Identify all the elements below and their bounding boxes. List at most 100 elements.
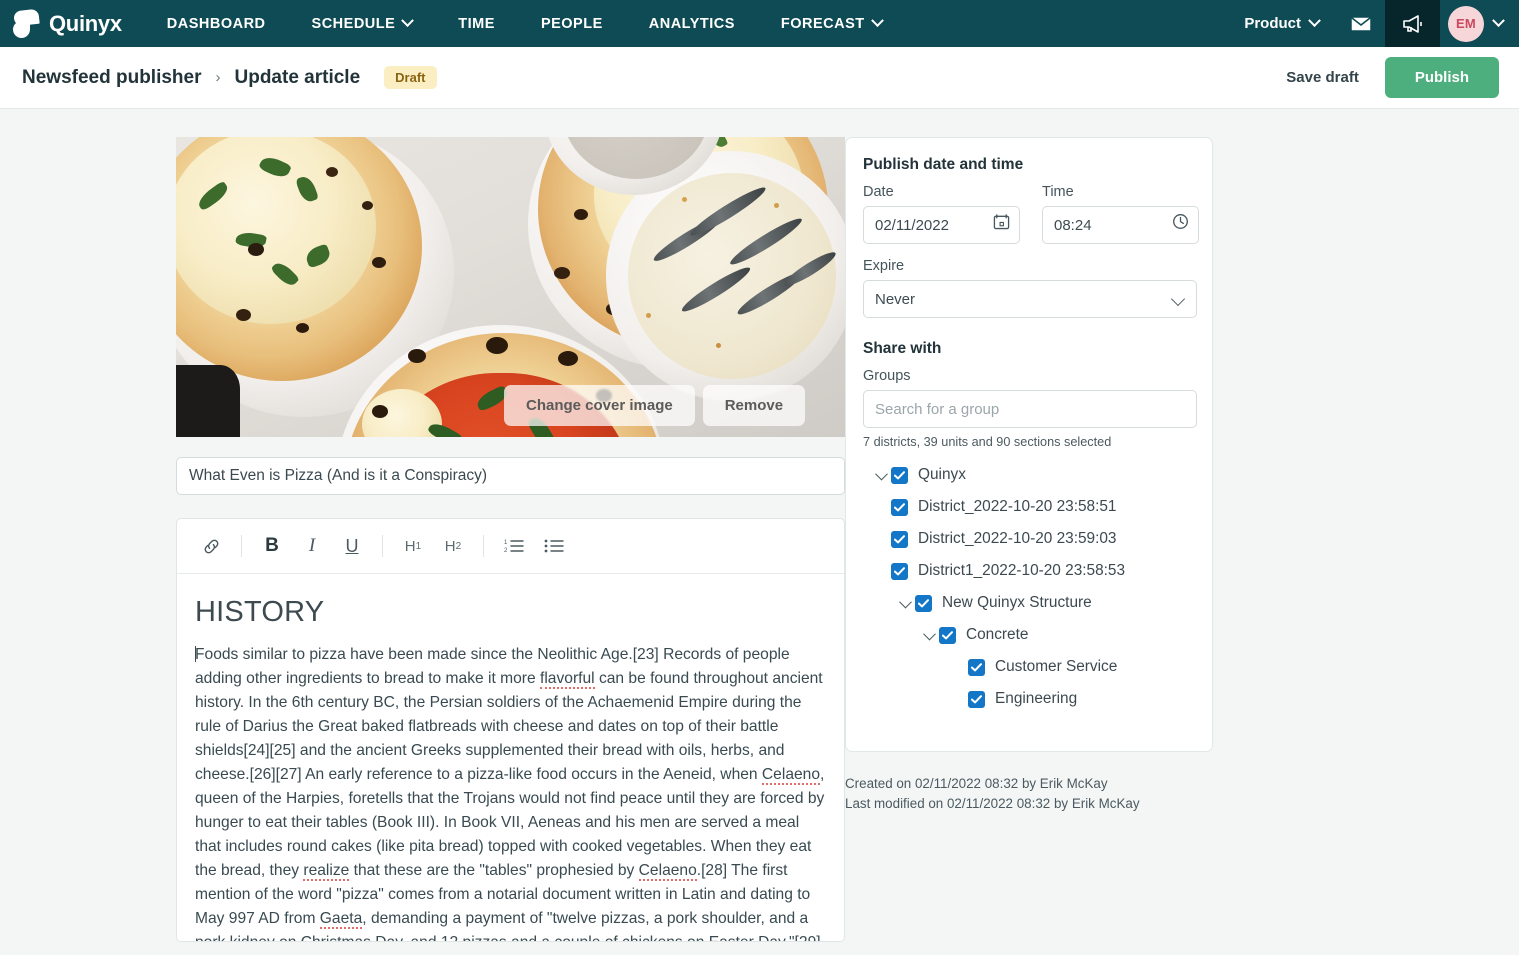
chevron-down-icon [870, 14, 884, 28]
ordered-list-button[interactable]: 1 2 [494, 526, 534, 566]
article-title-input[interactable] [176, 457, 845, 495]
article-body-paragraph[interactable]: Foods similar to pizza have been made si… [195, 643, 826, 941]
top-navigation-bar: Quinyx DASHBOARD SCHEDULE TIME PEOPLE AN… [0, 0, 1519, 47]
chevron-down-icon[interactable] [919, 627, 939, 640]
nav-item-label: ANALYTICS [648, 15, 735, 32]
date-time-row: Date Time [863, 184, 1199, 244]
page-title: Update article [234, 66, 361, 88]
date-field: Date [863, 184, 1020, 244]
chevron-down-icon [401, 14, 415, 28]
publish-settings-panel: Publish date and time Date Time [845, 137, 1213, 752]
save-draft-button[interactable]: Save draft [1280, 68, 1365, 87]
calendar-icon[interactable] [993, 213, 1010, 235]
time-label: Time [1042, 184, 1074, 200]
link-icon[interactable] [191, 526, 231, 566]
nav-right-cluster: Product EM [1226, 0, 1519, 47]
toolbar-divider [241, 535, 242, 557]
spellcheck-word: Gaeta [319, 910, 363, 929]
svg-text:2: 2 [504, 548, 508, 554]
tree-item-quinyx[interactable]: Quinyx [863, 459, 1195, 491]
spellcheck-word: Celaeno [761, 766, 821, 785]
tree-item-district-1[interactable]: District_2022-10-20 23:58:51 [863, 491, 1195, 523]
share-section-title: Share with [863, 340, 942, 357]
heading-2-button[interactable]: H2 [433, 526, 473, 566]
heading-1-button[interactable]: H1 [393, 526, 433, 566]
nav-item-time[interactable]: TIME [435, 0, 518, 47]
quinyx-logo[interactable]: Quinyx [0, 8, 144, 39]
user-menu[interactable]: EM [1440, 5, 1519, 42]
article-editor-column: Change cover image Remove B [0, 137, 845, 955]
toolbar-divider [483, 535, 484, 557]
created-text: Created on 02/11/2022 08:32 by Erik McKa… [845, 776, 1108, 791]
tree-checkbox[interactable] [968, 658, 985, 676]
tree-item-label: District_2022-10-20 23:58:51 [918, 498, 1117, 515]
tree-checkbox[interactable] [939, 626, 956, 644]
chevron-down-icon[interactable] [871, 467, 891, 480]
cover-image[interactable]: Change cover image Remove [176, 137, 845, 437]
quinyx-logo-icon [12, 8, 42, 39]
product-selector[interactable]: Product [1226, 14, 1337, 32]
svg-text:1: 1 [504, 540, 508, 546]
body-text-segment: that these are the "tables" prophesied b… [349, 862, 639, 879]
product-selector-label: Product [1244, 15, 1301, 32]
toolbar-divider [382, 535, 383, 557]
change-cover-image-button[interactable]: Change cover image [504, 385, 695, 426]
quinyx-logo-text: Quinyx [49, 10, 122, 36]
subheader-actions: Save draft Publish [1280, 57, 1499, 98]
breadcrumb-newsfeed-publisher[interactable]: Newsfeed publisher [22, 67, 202, 89]
tree-checkbox[interactable] [915, 594, 932, 612]
time-field: Time [1042, 184, 1199, 244]
megaphone-icon[interactable] [1385, 0, 1440, 47]
spellcheck-word: Celaeno [638, 862, 697, 881]
expire-select[interactable]: Never [863, 280, 1197, 318]
nav-item-analytics[interactable]: ANALYTICS [626, 0, 758, 47]
avatar: EM [1448, 5, 1484, 42]
chevron-down-icon [1308, 14, 1321, 28]
nav-item-label: SCHEDULE [311, 15, 396, 32]
remove-cover-image-button[interactable]: Remove [702, 385, 806, 426]
tree-item-label: Concrete [966, 626, 1029, 643]
tree-item-label: Engineering [995, 690, 1078, 707]
cover-image-actions: Change cover image Remove [504, 385, 806, 426]
nav-item-schedule[interactable]: SCHEDULE [289, 0, 436, 47]
chevron-down-icon[interactable] [895, 595, 915, 608]
article-settings-column: Publish date and time Date Time [845, 137, 1245, 955]
clock-icon[interactable] [1172, 213, 1189, 235]
envelope-icon[interactable] [1337, 0, 1385, 47]
underline-button[interactable]: U [332, 526, 372, 566]
tree-item-concrete[interactable]: Concrete [863, 619, 1195, 651]
nav-item-people[interactable]: PEOPLE [518, 0, 626, 47]
expire-label: Expire [863, 258, 905, 274]
expire-select-wrap: Never [863, 280, 1197, 318]
italic-button[interactable]: I [292, 526, 332, 566]
tree-item-district-2[interactable]: District_2022-10-20 23:59:03 [863, 523, 1195, 555]
rich-text-editor: B I U H1 H2 1 2 HISTORY Foods similar to… [176, 518, 845, 942]
nav-item-label: PEOPLE [540, 15, 603, 32]
publish-button[interactable]: Publish [1384, 57, 1499, 98]
tree-item-district1[interactable]: District1_2022-10-20 23:58:53 [863, 555, 1195, 587]
selection-summary: 7 districts, 39 units and 90 sections se… [863, 435, 1112, 449]
nav-item-dashboard[interactable]: DASHBOARD [144, 0, 289, 47]
nav-item-label: DASHBOARD [166, 15, 266, 32]
tree-item-label: Quinyx [918, 466, 966, 483]
tree-item-customer-service[interactable]: Customer Service [863, 651, 1195, 683]
nav-item-forecast[interactable]: FORECAST [758, 0, 905, 47]
tree-checkbox[interactable] [891, 530, 908, 548]
last-modified-text: Last modified on 02/11/2022 08:32 by Eri… [845, 796, 1140, 811]
bullet-list-button[interactable] [534, 526, 574, 566]
publish-section-title: Publish date and time [863, 156, 1024, 173]
tree-checkbox[interactable] [891, 466, 908, 484]
tree-checkbox[interactable] [968, 690, 985, 708]
editor-toolbar: B I U H1 H2 1 2 [177, 519, 844, 574]
tree-item-label: District_2022-10-20 23:59:03 [918, 530, 1117, 547]
tree-item-engineering[interactable]: Engineering [863, 683, 1195, 715]
tree-item-label: District1_2022-10-20 23:58:53 [918, 562, 1126, 579]
tree-checkbox[interactable] [891, 562, 908, 580]
tree-item-new-quinyx-structure[interactable]: New Quinyx Structure [863, 587, 1195, 619]
bold-button[interactable]: B [252, 526, 292, 566]
tree-checkbox[interactable] [891, 498, 908, 516]
editor-document[interactable]: HISTORY Foods similar to pizza have been… [177, 574, 844, 941]
group-search-input[interactable] [863, 390, 1197, 428]
date-label: Date [863, 184, 894, 200]
article-meta: Created on 02/11/2022 08:32 by Erik McKa… [845, 774, 1245, 814]
